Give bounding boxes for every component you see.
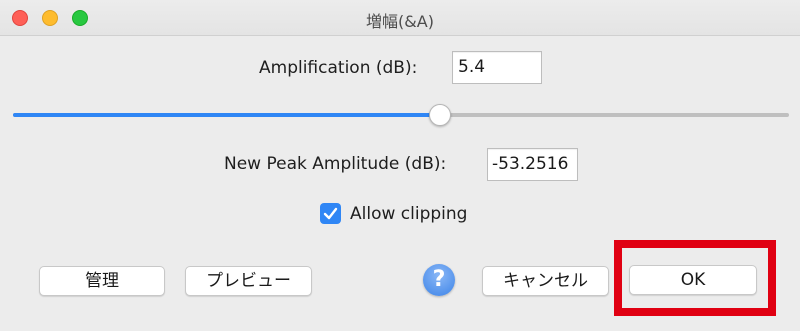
title-bar[interactable]: 増幅(&A) — [0, 0, 800, 36]
manage-button[interactable]: 管理 — [39, 266, 165, 296]
preview-button[interactable]: プレビュー — [185, 266, 312, 296]
amplification-label: Amplification (dB): — [259, 58, 418, 78]
checkmark-icon — [323, 207, 338, 220]
amplification-slider-thumb[interactable] — [428, 104, 451, 126]
amplify-dialog: 増幅(&A) Amplification (dB): 5.4 New Peak … — [0, 0, 800, 331]
amplification-slider-fill — [13, 113, 440, 117]
allow-clipping-checkbox[interactable] — [320, 203, 341, 224]
new-peak-amplitude-label: New Peak Amplitude (dB): — [224, 154, 447, 174]
amplification-input[interactable]: 5.4 — [452, 51, 542, 84]
ok-highlight-box — [614, 240, 776, 316]
new-peak-amplitude-input[interactable]: -53.2516 — [487, 148, 578, 181]
window-title: 増幅(&A) — [366, 12, 434, 31]
cancel-button[interactable]: キャンセル — [482, 266, 609, 296]
help-button[interactable]: ? — [423, 264, 455, 296]
allow-clipping-label[interactable]: Allow clipping — [350, 204, 467, 224]
